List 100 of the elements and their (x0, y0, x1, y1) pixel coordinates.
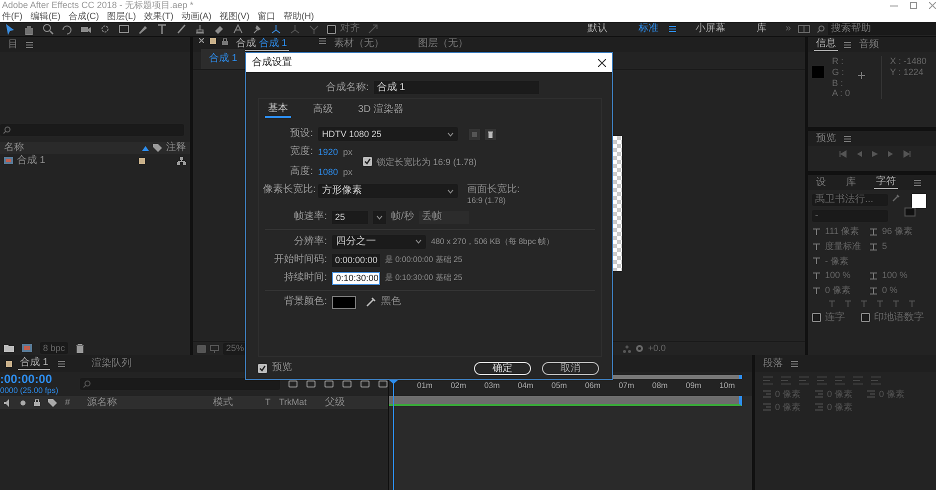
menu-icon[interactable] (844, 42, 851, 48)
exposure-icon[interactable] (635, 344, 644, 353)
skip-back-icon[interactable] (839, 150, 847, 158)
frame-rate-field[interactable]: 25 (332, 210, 368, 224)
column-header[interactable]: # (65, 397, 79, 408)
field-value[interactable]: 0 像素 (825, 285, 865, 296)
step-forward-icon[interactable] (887, 150, 895, 158)
caret-icon[interactable] (376, 214, 383, 220)
field-value[interactable]: 100 % (882, 270, 908, 282)
panel-tab[interactable]: 目 (6, 38, 20, 50)
preset-dropdown[interactable]: HDTV 1080 25 (318, 127, 458, 141)
zoom-icon[interactable] (42, 23, 54, 35)
menu-item[interactable]: 帮助(H) (284, 11, 314, 22)
pixel-aspect-dropdown[interactable]: 方形像素 (318, 184, 458, 198)
menu-item[interactable]: 件(F) (2, 11, 22, 22)
close-icon[interactable] (598, 58, 606, 66)
checkbox[interactable] (327, 24, 336, 34)
drop-frame-dropdown[interactable]: 丢帧 (418, 210, 469, 224)
column-header[interactable]: 模式 (213, 396, 257, 408)
exposure-value[interactable]: +0.0 (648, 343, 666, 354)
solo-icon[interactable] (20, 400, 26, 406)
panel-tab[interactable]: 合成 1 (18, 357, 50, 370)
bit-depth-button[interactable]: 8 bpc (40, 342, 68, 354)
dialog-tab[interactable]: 3D 渲染器 (355, 104, 407, 117)
menu-item[interactable]: 视图(V) (220, 11, 250, 22)
indent-icon[interactable] (815, 403, 823, 412)
search-field[interactable]: 搜索帮助 (828, 23, 936, 35)
axis-icon[interactable] (308, 23, 320, 35)
font-style-dropdown[interactable]: - (812, 210, 888, 222)
rectangle-icon[interactable] (118, 23, 130, 35)
menu-item[interactable]: 动画(A) (182, 11, 212, 22)
panel-tab[interactable]: 段落 (761, 358, 785, 370)
skip-forward-icon[interactable] (903, 150, 911, 158)
checkbox[interactable] (362, 157, 372, 166)
folder-icon[interactable] (4, 344, 14, 352)
column-header[interactable]: 源名称 (87, 396, 205, 408)
step-back-icon[interactable] (855, 150, 863, 158)
caret-icon[interactable] (447, 132, 454, 136)
timecode[interactable]: :00:00:00 (0, 372, 72, 386)
eyedropper-icon[interactable] (365, 296, 376, 308)
checkbox[interactable] (812, 313, 821, 322)
panel-tab[interactable]: 预览 (814, 132, 838, 144)
panel-tab[interactable]: 渲染队列 (89, 358, 134, 370)
column-header[interactable]: 父级 (325, 396, 365, 408)
axis-icon[interactable] (270, 23, 282, 35)
frame-rate-dropdown[interactable] (373, 210, 386, 224)
rotate-icon[interactable] (61, 23, 73, 35)
trash-icon[interactable] (76, 344, 84, 352)
play-icon[interactable] (871, 150, 879, 158)
panel-tab[interactable]: 素材（无） (332, 38, 386, 50)
field-value[interactable]: 度量标准 (825, 240, 865, 252)
zoom-field[interactable]: 25% (223, 342, 248, 354)
text-tool-icon[interactable] (156, 23, 168, 35)
panel-tab[interactable]: 图层（无） (416, 38, 470, 50)
flowchart-icon[interactable] (177, 156, 186, 164)
caret-icon[interactable] (447, 188, 454, 194)
menu-icon[interactable] (914, 180, 921, 186)
field-value[interactable]: 100 % (825, 270, 865, 282)
indent-icon[interactable] (763, 390, 771, 398)
pan-behind-icon[interactable] (99, 23, 111, 35)
dialog-tab[interactable]: 高级 (310, 104, 336, 117)
search-field[interactable] (80, 378, 280, 390)
dialog-button[interactable]: 取消 (542, 362, 599, 374)
menu-icon[interactable] (791, 360, 798, 366)
start-timecode-field[interactable]: 0:00:00:00 (332, 254, 380, 267)
workspace-tab[interactable]: 默认 (575, 23, 620, 35)
tag-icon[interactable] (48, 398, 57, 406)
column-header[interactable]: T (265, 397, 271, 408)
dimension-value[interactable]: 1920 (318, 146, 338, 158)
dialog-button[interactable]: 确定 (474, 362, 531, 374)
workspace-tab[interactable]: 小屏幕 (683, 23, 738, 35)
workspace-tab[interactable]: 库 (744, 23, 778, 35)
close-icon[interactable] (199, 38, 204, 43)
panel-layout-icon[interactable] (798, 25, 810, 33)
panel-tab[interactable]: 信息 (814, 38, 838, 51)
network-icon[interactable] (623, 344, 632, 352)
checkbox[interactable] (861, 313, 870, 322)
sort-icon[interactable] (142, 146, 149, 150)
menu-item[interactable]: 图层(L) (107, 11, 136, 22)
lock-icon[interactable] (222, 38, 228, 45)
name-field[interactable]: 合成 1 (374, 81, 539, 94)
menu-item[interactable]: 合成(C) (68, 11, 99, 22)
field-value[interactable]: 0 % (882, 285, 898, 296)
resolution-dropdown[interactable]: 四分之一 (332, 234, 426, 249)
background-color-swatch[interactable] (332, 296, 356, 309)
indent-icon[interactable] (815, 390, 823, 398)
menu-item[interactable]: 效果(T) (144, 11, 174, 22)
indent-icon[interactable] (763, 403, 771, 412)
menu-icon[interactable] (58, 360, 66, 366)
trash-icon[interactable] (485, 128, 496, 140)
dialog-tab[interactable]: 基本 (265, 103, 291, 118)
brush-icon[interactable] (175, 23, 187, 35)
puppet-pin-icon[interactable] (251, 23, 263, 35)
menu-item[interactable]: 编辑(E) (30, 11, 60, 22)
axis-icon[interactable] (289, 23, 301, 35)
column-header[interactable]: 注释 (166, 142, 186, 154)
panel-tab[interactable]: 音频 (857, 38, 881, 50)
more-workspaces[interactable]: » (785, 23, 791, 35)
dimension-value[interactable]: 1080 (318, 166, 338, 178)
field-value[interactable]: 5 (882, 240, 888, 252)
